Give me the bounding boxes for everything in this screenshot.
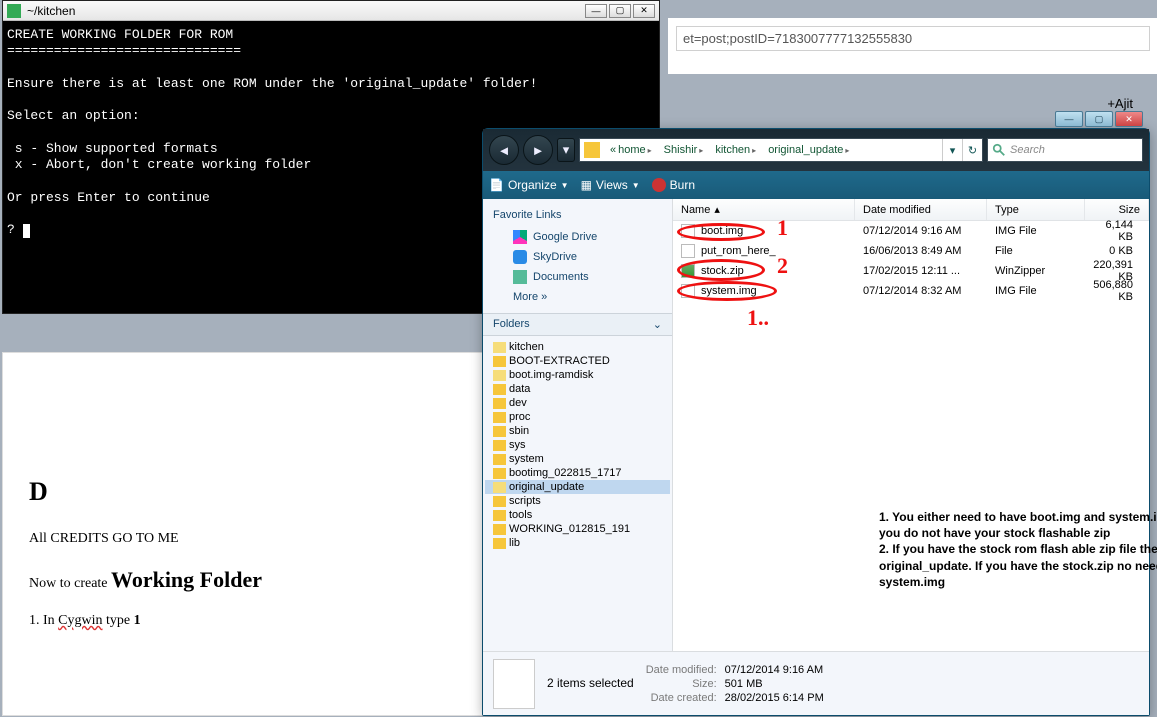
column-header-row: Name ▴ Date modified Type Size bbox=[673, 199, 1149, 221]
explorer-window: — ▢ ✕ ◄ ► ▾ « home ▸ Shishir ▸ kitchen ▸… bbox=[482, 128, 1150, 716]
views-menu[interactable]: ▦ Views ▼ bbox=[581, 178, 640, 192]
search-input[interactable]: Search bbox=[987, 138, 1143, 162]
status-value: 28/02/2015 6:14 PM bbox=[725, 692, 824, 704]
tree-node[interactable]: lib bbox=[485, 536, 670, 550]
folders-header[interactable]: Folders⌄ bbox=[483, 313, 672, 336]
tree-node[interactable]: sbin bbox=[485, 424, 670, 438]
favorite-links-header: Favorite Links bbox=[493, 205, 662, 227]
tree-node[interactable]: bootimg_022815_1717 bbox=[485, 466, 670, 480]
terminal-icon bbox=[7, 4, 21, 18]
zip-icon bbox=[681, 264, 695, 278]
nav-more[interactable]: More » bbox=[493, 287, 662, 307]
annotation-number: 1.. bbox=[747, 305, 769, 331]
tree-node[interactable]: sys bbox=[485, 438, 670, 452]
nav-link-documents[interactable]: Documents bbox=[493, 267, 662, 287]
gdrive-icon bbox=[513, 230, 527, 244]
file-icon bbox=[681, 224, 695, 238]
explorer-toolbar: 📄 Organize ▼ ▦ Views ▼ Burn bbox=[483, 171, 1149, 199]
status-bar: 2 items selected Date modified: 07/12/201… bbox=[483, 651, 1149, 715]
status-label: Date created: bbox=[646, 692, 717, 704]
dropdown-icon[interactable]: ▾ bbox=[942, 139, 962, 161]
tree-node[interactable]: tools bbox=[485, 508, 670, 522]
file-row[interactable]: stock.zip 17/02/2015 12:11 ... WinZipper… bbox=[673, 261, 1149, 281]
column-size[interactable]: Size bbox=[1085, 199, 1149, 220]
folder-icon bbox=[584, 142, 600, 158]
column-name[interactable]: Name ▴ bbox=[673, 199, 855, 220]
tree-node[interactable]: data bbox=[485, 382, 670, 396]
explorer-header: ◄ ► ▾ « home ▸ Shishir ▸ kitchen ▸ origi… bbox=[483, 129, 1149, 171]
tree-node[interactable]: boot.img-ramdisk bbox=[485, 368, 670, 382]
history-dropdown[interactable]: ▾ bbox=[557, 138, 575, 162]
status-value: 07/12/2014 9:16 AM bbox=[725, 664, 824, 676]
cursor-icon bbox=[23, 224, 30, 238]
file-row[interactable]: put_rom_here_ 16/06/2013 8:49 AM File 0 … bbox=[673, 241, 1149, 261]
status-label: Date modified: bbox=[646, 664, 717, 676]
forward-button[interactable]: ► bbox=[523, 135, 553, 165]
file-thumbnail-icon bbox=[493, 659, 535, 709]
address-bar[interactable]: « home ▸ Shishir ▸ kitchen ▸ original_up… bbox=[579, 138, 983, 162]
chevron-down-icon: ⌄ bbox=[653, 318, 662, 331]
maximize-button[interactable]: ▢ bbox=[1085, 111, 1113, 127]
minimize-button[interactable]: — bbox=[1055, 111, 1083, 127]
maximize-button[interactable]: ▢ bbox=[609, 4, 631, 18]
status-title: 2 items selected bbox=[547, 676, 634, 690]
tree-node-selected[interactable]: original_update bbox=[485, 480, 670, 494]
tree-node[interactable]: proc bbox=[485, 410, 670, 424]
tree-node[interactable]: BOOT-EXTRACTED bbox=[485, 354, 670, 368]
breadcrumb-seg[interactable]: « home ▸ bbox=[604, 144, 658, 156]
burn-button[interactable]: Burn bbox=[652, 178, 695, 192]
column-type[interactable]: Type bbox=[987, 199, 1085, 220]
terminal-titlebar[interactable]: ~/kitchen — ▢ ✕ bbox=[3, 1, 659, 21]
breadcrumb-seg[interactable]: Shishir ▸ bbox=[658, 144, 710, 156]
tree-node[interactable]: WORKING_012815_191 bbox=[485, 522, 670, 536]
minimize-button[interactable]: — bbox=[585, 4, 607, 18]
sort-asc-icon: ▴ bbox=[714, 203, 720, 216]
tree-node[interactable]: kitchen bbox=[485, 340, 670, 354]
instruction-text: 1. You either need to have boot.img and … bbox=[879, 509, 1157, 590]
refresh-icon[interactable]: ↻ bbox=[962, 139, 982, 161]
file-row[interactable]: system.img 07/12/2014 8:32 AM IMG File 5… bbox=[673, 281, 1149, 301]
file-list-pane: Name ▴ Date modified Type Size boot.img … bbox=[673, 199, 1149, 651]
nav-link-gdrive[interactable]: Google Drive bbox=[493, 227, 662, 247]
breadcrumb-seg[interactable]: kitchen ▸ bbox=[709, 144, 762, 156]
file-icon bbox=[681, 284, 695, 298]
user-link[interactable]: +Ajit bbox=[1107, 96, 1133, 111]
back-button[interactable]: ◄ bbox=[489, 135, 519, 165]
terminal-title: ~/kitchen bbox=[27, 4, 75, 18]
search-icon bbox=[992, 143, 1006, 157]
nav-pane: Favorite Links Google Drive SkyDrive Doc… bbox=[483, 199, 673, 651]
file-icon bbox=[681, 244, 695, 258]
close-button[interactable]: ✕ bbox=[1115, 111, 1143, 127]
folder-tree: kitchen BOOT-EXTRACTED boot.img-ramdisk … bbox=[483, 336, 672, 651]
column-date[interactable]: Date modified bbox=[855, 199, 987, 220]
file-row[interactable]: boot.img 07/12/2014 9:16 AM IMG File 6,1… bbox=[673, 221, 1149, 241]
tree-node[interactable]: dev bbox=[485, 396, 670, 410]
browser-address-bar[interactable]: et=post;postID=7183007777132555830 bbox=[676, 26, 1150, 51]
tree-node[interactable]: system bbox=[485, 452, 670, 466]
close-button[interactable]: ✕ bbox=[633, 4, 655, 18]
breadcrumb-seg[interactable]: original_update ▸ bbox=[762, 144, 855, 156]
tree-node[interactable]: scripts bbox=[485, 494, 670, 508]
burn-icon bbox=[652, 178, 666, 192]
documents-icon bbox=[513, 270, 527, 284]
skydrive-icon bbox=[513, 250, 527, 264]
status-value: 501 MB bbox=[725, 678, 824, 690]
browser-url-area: et=post;postID=7183007777132555830 bbox=[668, 18, 1157, 74]
status-label: Size: bbox=[646, 678, 717, 690]
organize-menu[interactable]: 📄 Organize ▼ bbox=[489, 178, 569, 192]
file-rows: boot.img 07/12/2014 9:16 AM IMG File 6,1… bbox=[673, 221, 1149, 301]
nav-link-skydrive[interactable]: SkyDrive bbox=[493, 247, 662, 267]
